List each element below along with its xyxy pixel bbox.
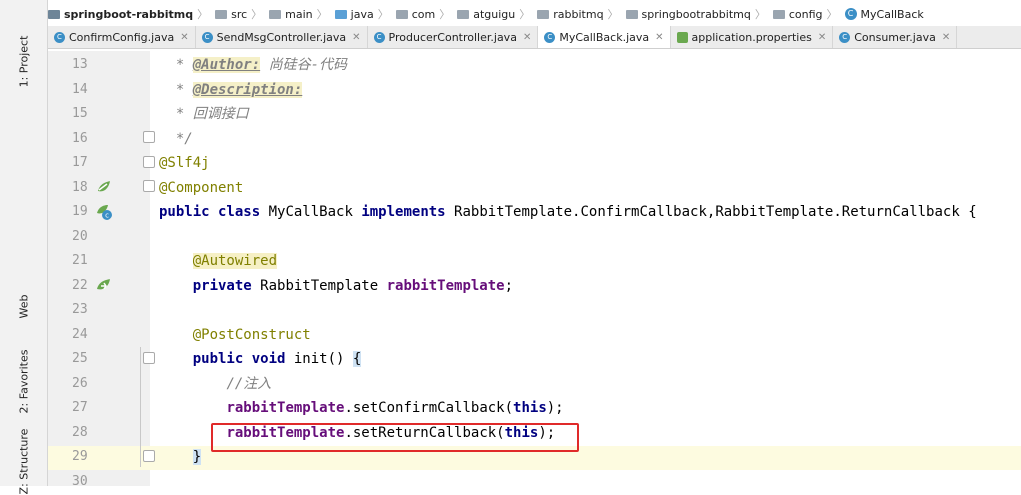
properties-icon xyxy=(676,31,688,43)
folder-icon xyxy=(334,9,347,19)
close-icon[interactable]: ✕ xyxy=(818,32,826,43)
folder-icon xyxy=(269,9,282,19)
line-number: 28 xyxy=(72,425,88,440)
code-line-15[interactable]: * 回调接口 xyxy=(159,102,249,127)
folder-icon xyxy=(772,9,785,19)
line-number: 30 xyxy=(72,474,88,489)
code-line-24[interactable]: @PostConstruct xyxy=(159,323,311,348)
class-icon: C xyxy=(54,31,65,43)
code-line-13[interactable]: * @Author: 尚硅谷-代码 xyxy=(159,53,347,78)
svg-text:c: c xyxy=(105,212,109,220)
scope-indicator xyxy=(140,347,141,467)
tool-tab-project[interactable]: 1: Project xyxy=(17,36,30,88)
class-icon: C xyxy=(839,31,851,43)
breadcrumb-item[interactable]: rabbitmq 〉 xyxy=(537,6,621,22)
line-number: 13 xyxy=(72,57,88,72)
breadcrumb-item[interactable]: atguigu 〉 xyxy=(457,6,533,22)
code-line-21[interactable]: @Autowired xyxy=(159,249,278,274)
line-number: 23 xyxy=(72,302,88,317)
class-icon: C xyxy=(544,31,556,43)
tool-window-bar: 1: Project Web 2: Favorites Z: Structure xyxy=(0,0,48,494)
tool-tab-favorites[interactable]: 2: Favorites xyxy=(17,350,30,414)
breadcrumb-item[interactable]: config 〉 xyxy=(772,6,841,22)
spring-bean-icon[interactable] xyxy=(95,179,113,197)
tool-tab-structure[interactable]: Z: Structure xyxy=(17,429,30,495)
tab-consumer[interactable]: C Consumer.java ✕ xyxy=(833,26,958,48)
fold-marker-icon[interactable] xyxy=(143,352,155,364)
breadcrumb-item[interactable]: springboot-rabbitmq 〉 xyxy=(48,6,211,22)
line-number: 26 xyxy=(72,376,88,391)
highlight-box xyxy=(211,423,579,452)
class-icon: C xyxy=(373,31,385,43)
line-number: 21 xyxy=(72,253,88,268)
code-line-14[interactable]: * @Description: xyxy=(159,78,303,103)
breadcrumb: springboot-rabbitmq 〉 src 〉 main 〉 java 〉 co… xyxy=(48,4,1021,24)
close-icon[interactable]: ✕ xyxy=(352,32,360,43)
tab-producercontroller[interactable]: C ProducerController.java ✕ xyxy=(368,26,539,48)
close-icon[interactable]: ✕ xyxy=(655,32,663,43)
breadcrumb-item[interactable]: main 〉 xyxy=(269,6,330,22)
autowired-bean-icon[interactable] xyxy=(95,277,113,295)
folder-icon xyxy=(48,9,60,19)
code-line-26[interactable]: //注入 xyxy=(159,372,271,397)
breadcrumb-item[interactable]: java 〉 xyxy=(334,6,392,22)
fold-marker-icon[interactable] xyxy=(143,450,155,462)
tab-application-properties[interactable]: application.properties ✕ xyxy=(671,26,834,48)
folder-icon xyxy=(395,9,408,19)
fold-marker-icon[interactable] xyxy=(143,180,155,192)
breadcrumb-item[interactable]: com 〉 xyxy=(395,6,454,22)
class-icon: C xyxy=(844,8,857,20)
code-line-18[interactable]: @Component xyxy=(159,176,243,201)
tab-mycallback[interactable]: C MyCallBack.java ✕ xyxy=(538,26,671,48)
code-line-16[interactable]: */ xyxy=(159,127,193,152)
line-number: 27 xyxy=(72,400,88,415)
editor-tabs: C ConfirmConfig.java ✕ C SendMsgController.… xyxy=(48,26,1021,49)
class-icon: C xyxy=(201,31,213,43)
fold-marker-icon[interactable] xyxy=(143,156,155,168)
close-icon[interactable]: ✕ xyxy=(523,32,531,43)
code-line-17[interactable]: @Slf4j xyxy=(159,151,210,176)
close-icon[interactable]: ✕ xyxy=(180,32,188,43)
code-line-27[interactable]: rabbitTemplate.setConfirmCallback(this); xyxy=(159,396,563,421)
tool-tab-web[interactable]: Web xyxy=(17,295,30,319)
tab-confirmconfig[interactable]: C ConfirmConfig.java ✕ xyxy=(48,26,196,48)
code-line-25[interactable]: public void init() { xyxy=(159,347,362,372)
folder-icon xyxy=(457,9,470,19)
breadcrumb-item[interactable]: C MyCallBack xyxy=(844,8,924,21)
line-number: 15 xyxy=(72,106,88,121)
code-line-19[interactable]: public class MyCallBack implements Rabbi… xyxy=(159,200,977,225)
folder-icon xyxy=(625,9,638,19)
line-number: 16 xyxy=(72,131,88,146)
tab-sendmsgcontroller[interactable]: C SendMsgController.java ✕ xyxy=(196,26,368,48)
code-line-22[interactable]: private RabbitTemplate rabbitTemplate; xyxy=(159,274,513,299)
breadcrumb-item[interactable]: src 〉 xyxy=(215,6,265,22)
code-line-29[interactable]: } xyxy=(159,445,202,470)
line-number: 25 xyxy=(72,351,88,366)
close-icon[interactable]: ✕ xyxy=(942,32,950,43)
folder-icon xyxy=(215,9,228,19)
line-number: 17 xyxy=(72,155,88,170)
implements-class-icon[interactable]: c xyxy=(95,203,113,221)
fold-marker-icon[interactable] xyxy=(143,131,155,143)
breadcrumb-item[interactable]: springbootrabbitmq 〉 xyxy=(625,6,769,22)
line-number: 29 xyxy=(72,449,88,464)
line-number: 24 xyxy=(72,327,88,342)
folder-icon xyxy=(537,9,550,19)
line-number: 20 xyxy=(72,229,88,244)
author-value: 尚硅谷-代码 xyxy=(260,57,348,73)
line-number: 14 xyxy=(72,82,88,97)
